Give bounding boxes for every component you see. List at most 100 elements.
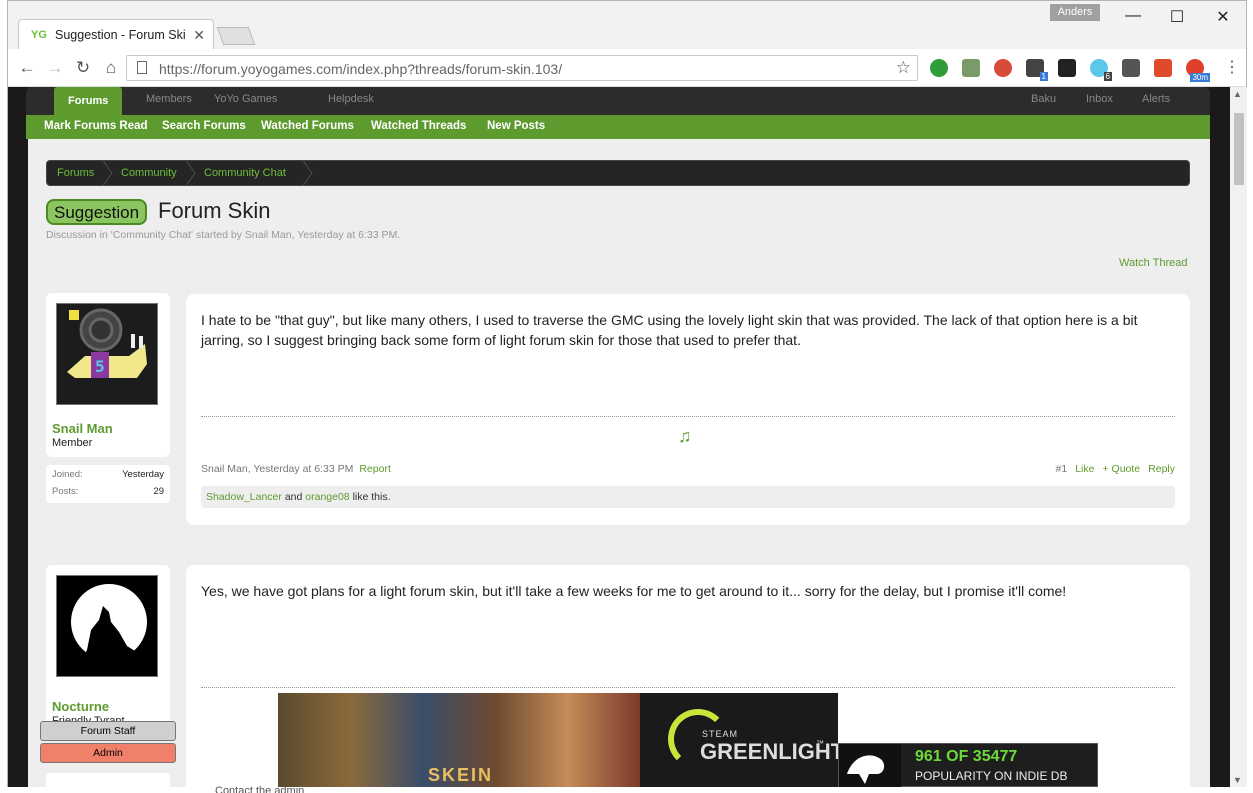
user-info-box: 5 Snail Man Member <box>46 293 170 457</box>
reply-link[interactable]: Reply <box>1148 463 1175 475</box>
crumb-separator <box>186 161 202 185</box>
crumb-separator <box>303 161 319 185</box>
indiedb-rank: 961 OF 35477 <box>915 748 1018 765</box>
stylish-extension-icon[interactable]: 1 <box>1026 59 1048 81</box>
watched-threads-link[interactable]: Watched Threads <box>371 120 466 132</box>
post-message: I hate to be "that guy", but like many o… <box>201 312 1138 348</box>
forward-icon[interactable]: → <box>44 58 66 78</box>
username[interactable]: Nocturne <box>52 699 109 714</box>
eyedropper-extension-icon[interactable] <box>962 59 980 77</box>
signature-divider <box>201 687 1175 688</box>
lightbulb-extension-icon[interactable] <box>1122 59 1140 77</box>
post-message: Yes, we have got plans for a light forum… <box>201 583 1067 599</box>
new-posts-link[interactable]: New Posts <box>487 120 545 132</box>
steam-label: STEAM <box>702 729 739 739</box>
contact-admin-link[interactable]: Contact the admin <box>215 785 304 793</box>
ghostery-extension-icon[interactable] <box>1058 59 1076 77</box>
post-info: Snail Man, Yesterday at 6:33 PM Report <box>201 463 391 475</box>
steam-greenlight-banner[interactable]: STEAM GREENLIGHT ™ <box>640 693 844 787</box>
username[interactable]: Snail Man <box>52 421 113 436</box>
indiedb-banner[interactable]: 961 OF 35477 POPULARITY ON INDIE DB <box>838 743 1098 787</box>
tab-title: Suggestion - Forum Skin <box>55 28 185 42</box>
report-link[interactable]: Report <box>359 463 391 475</box>
title-bar: YG Suggestion - Forum Skin ✕ Anders — ☐ … <box>8 1 1246 49</box>
quote-link[interactable]: + Quote <box>1102 463 1140 475</box>
tab-members[interactable]: Members <box>146 93 192 105</box>
scroll-down-icon[interactable]: ▼ <box>1233 775 1242 785</box>
thread-title: Forum Skin <box>158 198 271 223</box>
posts-value: 29 <box>153 486 164 497</box>
tab-yoyo-games[interactable]: YoYo Games <box>214 93 277 105</box>
likes-summary: Shadow_Lancer and orange08 like this. <box>201 486 1175 508</box>
bookmark-star-icon[interactable]: ☆ <box>896 58 911 78</box>
ghost-extension-icon[interactable]: 6 <box>1090 59 1112 81</box>
indiedb-label: POPULARITY ON INDIE DB <box>915 769 1068 783</box>
browser-window: YG Suggestion - Forum Skin ✕ Anders — ☐ … <box>7 0 1247 787</box>
main-content: Forums Community Community Chat Suggesti… <box>28 139 1210 787</box>
post-controls: #1 Like + Quote Reply <box>1048 463 1175 475</box>
avatar[interactable]: 5 <box>56 303 158 405</box>
chrome-menu-icon[interactable]: ⋮ <box>1224 57 1240 77</box>
crumb-community[interactable]: Community <box>121 167 177 179</box>
skein-logo-text: SKEIN <box>428 765 494 785</box>
svg-text:5: 5 <box>95 357 105 376</box>
home-icon[interactable]: ⌂ <box>100 58 122 78</box>
post-card: I hate to be "that guy", but like many o… <box>186 294 1190 525</box>
avatar[interactable] <box>56 575 158 677</box>
user-stats <box>46 773 170 787</box>
extension-icon[interactable] <box>930 59 948 77</box>
crumb-forums[interactable]: Forums <box>57 167 94 179</box>
post-number[interactable]: #1 <box>1056 463 1068 475</box>
user-info-box: Nocturne Friendly Tyrant <box>46 565 170 735</box>
tab-forums[interactable]: Forums <box>54 87 123 115</box>
nav-baku[interactable]: Baku <box>1031 93 1056 105</box>
page-scrollbar[interactable]: ▲ ▼ <box>1230 87 1247 787</box>
timer-extension-icon[interactable]: 30m <box>1186 59 1210 82</box>
page-icon <box>137 61 147 74</box>
tab-helpdesk[interactable]: Helpdesk <box>328 93 374 105</box>
posts-label: Posts: <box>52 486 79 497</box>
address-bar[interactable]: https://forum.yoyogames.com/index.php?th… <box>126 55 918 81</box>
maximize-icon[interactable]: ☐ <box>1166 7 1188 27</box>
mark-forums-read-link[interactable]: Mark Forums Read <box>44 120 148 132</box>
url-text[interactable]: https://forum.yoyogames.com/index.php?th… <box>159 61 562 77</box>
post-author-date[interactable]: Snail Man, Yesterday at 6:33 PM <box>201 463 353 475</box>
scrollbar-thumb[interactable] <box>1234 113 1244 185</box>
rocket-extension-icon[interactable] <box>994 59 1012 77</box>
like-link[interactable]: Like <box>1075 463 1094 475</box>
user-stats: Joined: Yesterday Posts: 29 <box>46 465 170 503</box>
yoyo-favicon-icon: YG <box>31 29 47 41</box>
nav-inbox[interactable]: Inbox <box>1086 93 1113 105</box>
joined-value: Yesterday <box>122 469 164 480</box>
watched-forums-link[interactable]: Watched Forums <box>261 120 354 132</box>
admin-badge: Admin <box>40 743 176 763</box>
scroll-up-icon[interactable]: ▲ <box>1233 89 1242 99</box>
nav-alerts[interactable]: Alerts <box>1142 93 1170 105</box>
minimize-icon[interactable]: — <box>1122 7 1144 25</box>
crumb-separator <box>103 161 119 185</box>
trademark-mark: ™ <box>816 739 824 748</box>
watch-thread-link[interactable]: Watch Thread <box>1119 257 1187 269</box>
thread-meta: Discussion in 'Community Chat' started b… <box>46 229 401 241</box>
breadcrumb: Forums Community Community Chat <box>46 160 1190 186</box>
signature-divider <box>201 416 1175 417</box>
reload-icon[interactable]: ↻ <box>72 58 94 78</box>
page-viewport: Forums Members YoYo Games Helpdesk Baku … <box>8 87 1230 787</box>
liker-link[interactable]: orange08 <box>305 491 349 503</box>
clipboard-extension-icon[interactable] <box>1154 59 1172 77</box>
profile-button[interactable]: Anders <box>1050 4 1100 21</box>
close-window-icon[interactable]: ✕ <box>1212 7 1234 27</box>
close-tab-icon[interactable]: ✕ <box>193 27 205 44</box>
search-forums-link[interactable]: Search Forums <box>162 120 246 132</box>
browser-tab[interactable]: YG Suggestion - Forum Skin ✕ <box>18 19 214 49</box>
new-tab-button[interactable] <box>216 27 256 45</box>
joined-label: Joined: <box>52 469 83 480</box>
music-note-icon: ♫ <box>678 426 692 446</box>
thread-prefix-badge[interactable]: Suggestion <box>46 199 148 225</box>
back-icon[interactable]: ← <box>16 58 38 78</box>
forum-staff-badge: Forum Staff <box>40 721 176 741</box>
crumb-community-chat[interactable]: Community Chat <box>204 167 286 179</box>
liker-link[interactable]: Shadow_Lancer <box>206 491 282 503</box>
game-banner-image[interactable]: SKEIN <box>278 693 640 787</box>
indiedb-logo-icon <box>839 744 901 787</box>
